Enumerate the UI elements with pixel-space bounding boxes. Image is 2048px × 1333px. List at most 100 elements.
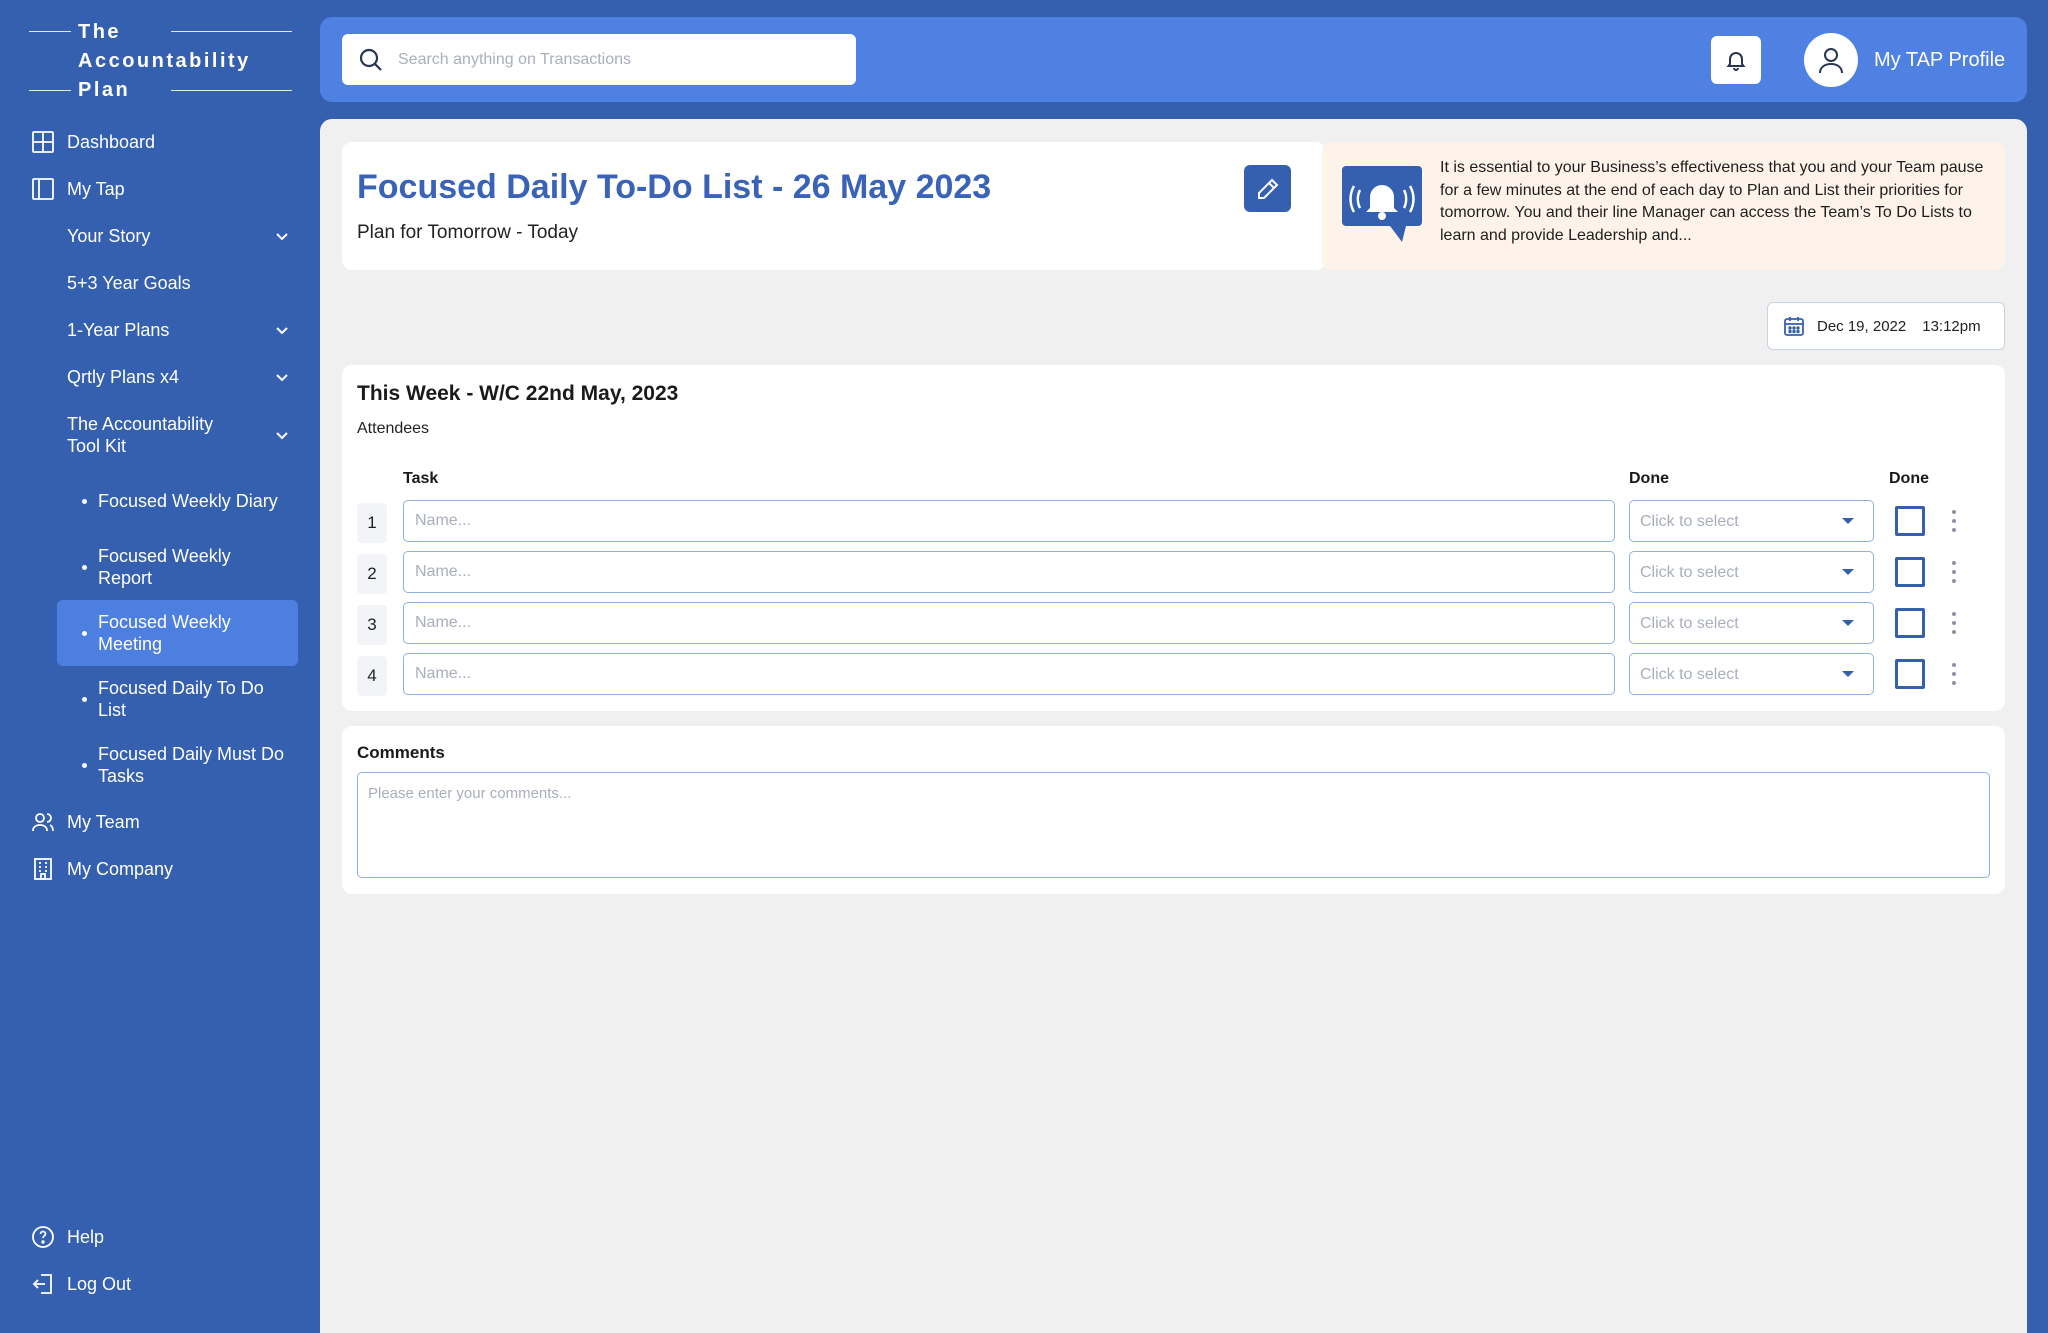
- caret-down-icon: [1842, 518, 1854, 524]
- sidebar-item-label: Focused Weekly Report: [98, 546, 231, 588]
- notifications-button[interactable]: [1711, 36, 1761, 84]
- building-icon: [34, 858, 52, 880]
- profile-label: My TAP Profile: [1874, 48, 2006, 71]
- bell-icon: [1726, 52, 1746, 71]
- sidebar-item-1-year-plans[interactable]: 1-Year Plans: [0, 319, 320, 341]
- task-name-input[interactable]: [403, 500, 1615, 542]
- bullet-icon: [82, 498, 87, 504]
- bullet-icon: [82, 696, 87, 702]
- sidebar-item-label: My Company: [67, 859, 174, 879]
- bell-alert-icon: [1342, 166, 1422, 242]
- done-checkbox[interactable]: [1895, 557, 1925, 587]
- attendees-label: Attendees: [357, 420, 430, 437]
- search-box: [342, 34, 856, 85]
- notice-card: It is essential to your Business’s effec…: [1322, 142, 2005, 270]
- avatar: [1804, 33, 1858, 87]
- week-card: This Week - W/C 22nd May, 2023 Attendees…: [342, 365, 2005, 711]
- sidebar-item-my-tap[interactable]: My Tap: [0, 178, 320, 200]
- sidebar-item-weekly-report[interactable]: Focused Weekly Report: [0, 545, 320, 589]
- done-select[interactable]: Click to select: [1629, 500, 1874, 542]
- sidebar-item-daily-to-do[interactable]: Focused Daily To Do List: [0, 677, 320, 721]
- caret-down-icon: [1842, 671, 1854, 677]
- sidebar-item-label: Qrtly Plans x4: [67, 367, 180, 387]
- sidebar-item-label: My Team: [67, 812, 140, 832]
- sidebar-item-help[interactable]: Help: [0, 1226, 320, 1248]
- task-name-input[interactable]: [403, 551, 1615, 593]
- sidebar-item-label: Focused Weekly Diary: [98, 491, 278, 511]
- task-row: 3 Click to select: [357, 602, 1997, 645]
- task-row: 2 Click to select: [357, 551, 1997, 594]
- sidebar-item-daily-must-do[interactable]: Focused Daily Must Do Tasks: [0, 743, 320, 787]
- sidebar-item-weekly-meeting[interactable]: Focused Weekly Meeting: [57, 600, 298, 666]
- row-number: 3: [357, 605, 387, 645]
- sidebar-item-label: Focused Daily Must Do Tasks: [98, 744, 285, 786]
- sidebar-item-your-story[interactable]: Your Story: [0, 225, 320, 247]
- column-header-done-check: Done: [1889, 470, 1929, 487]
- grid-icon: [32, 131, 54, 153]
- sidebar-item-label: Help: [67, 1227, 105, 1247]
- done-select[interactable]: Click to select: [1629, 551, 1874, 593]
- sidebar-item-label: The Accountability Tool Kit: [67, 414, 214, 456]
- brand-logo[interactable]: The Accountability Plan: [29, 18, 292, 101]
- task-row: 1 Click to select: [357, 500, 1997, 543]
- sidebar-item-label: Focused Daily To Do List: [98, 678, 264, 720]
- edit-button[interactable]: [1244, 165, 1291, 212]
- main-content: Focused Daily To-Do List - 26 May 2023 P…: [320, 119, 2027, 1333]
- calendar-icon: [1784, 317, 1804, 336]
- more-options-icon[interactable]: [1947, 661, 1961, 687]
- task-row: 4 Click to select: [357, 653, 1997, 696]
- sidebar-item-label: Your Story: [67, 226, 151, 246]
- more-options-icon[interactable]: [1947, 610, 1961, 636]
- brand-logo-text: The Accountability Plan: [78, 21, 251, 101]
- done-checkbox[interactable]: [1895, 659, 1925, 689]
- done-select[interactable]: Click to select: [1629, 602, 1874, 644]
- sidebar-item-logout[interactable]: Log Out: [0, 1273, 320, 1295]
- search-icon: [359, 48, 382, 71]
- sidebar-item-my-team[interactable]: My Team: [0, 811, 320, 833]
- select-placeholder: Click to select: [1640, 666, 1739, 683]
- done-select[interactable]: Click to select: [1629, 653, 1874, 695]
- profile-menu[interactable]: My TAP Profile: [1804, 33, 2005, 87]
- sidebar: The Accountability Plan Dashboard My Tap…: [0, 0, 320, 1333]
- more-options-icon[interactable]: [1947, 559, 1961, 585]
- pencil-icon: [1258, 178, 1279, 199]
- app-root: The Accountability Plan Dashboard My Tap…: [0, 0, 2048, 1333]
- column-header-done: Done: [1629, 470, 1669, 487]
- done-checkbox[interactable]: [1895, 608, 1925, 638]
- column-header-task: Task: [403, 470, 439, 487]
- sidebar-item-year-goals[interactable]: 5+3 Year Goals: [0, 272, 320, 294]
- user-icon: [1819, 48, 1843, 74]
- sidebar-item-label: My Tap: [67, 179, 125, 199]
- sidebar-item-qrtly-plans[interactable]: Qrtly Plans x4: [0, 366, 320, 388]
- done-checkbox[interactable]: [1895, 506, 1925, 536]
- select-placeholder: Click to select: [1640, 564, 1739, 581]
- sidebar-item-label: Focused Weekly Meeting: [98, 612, 231, 654]
- comments-textarea[interactable]: [357, 772, 1990, 878]
- sidebar-item-tool-kit[interactable]: The Accountability Tool Kit: [0, 413, 320, 457]
- task-name-input[interactable]: [403, 602, 1615, 644]
- page-subtitle: Plan for Tomorrow - Today: [357, 222, 579, 243]
- chevron-down-icon: [276, 327, 288, 335]
- task-name-input[interactable]: [403, 653, 1615, 695]
- chevron-down-icon: [276, 233, 288, 241]
- row-number: 1: [357, 503, 387, 543]
- bullet-icon: [82, 630, 87, 636]
- title-card: Focused Daily To-Do List - 26 May 2023 P…: [342, 142, 1326, 270]
- sidebar-item-weekly-diary[interactable]: Focused Weekly Diary: [0, 479, 320, 523]
- search-input[interactable]: [398, 34, 838, 85]
- chevron-down-icon: [276, 432, 288, 440]
- caret-down-icon: [1842, 569, 1854, 575]
- sidebar-item-my-company[interactable]: My Company: [0, 858, 320, 880]
- comments-card: Comments: [342, 726, 2005, 894]
- sidebar-item-dashboard[interactable]: Dashboard: [0, 131, 320, 153]
- date-time-picker[interactable]: Dec 19, 2022 13:12pm: [1767, 302, 2005, 350]
- panel-icon: [32, 178, 54, 200]
- row-number: 4: [357, 656, 387, 696]
- sidebar-item-label: 5+3 Year Goals: [67, 273, 191, 293]
- more-options-icon[interactable]: [1947, 508, 1961, 534]
- week-title: This Week - W/C 22nd May, 2023: [357, 382, 679, 405]
- notice-text: It is essential to your Business’s effec…: [1440, 159, 1984, 244]
- help-icon: [32, 1226, 54, 1248]
- chevron-down-icon: [276, 374, 288, 382]
- bullet-icon: [82, 762, 87, 768]
